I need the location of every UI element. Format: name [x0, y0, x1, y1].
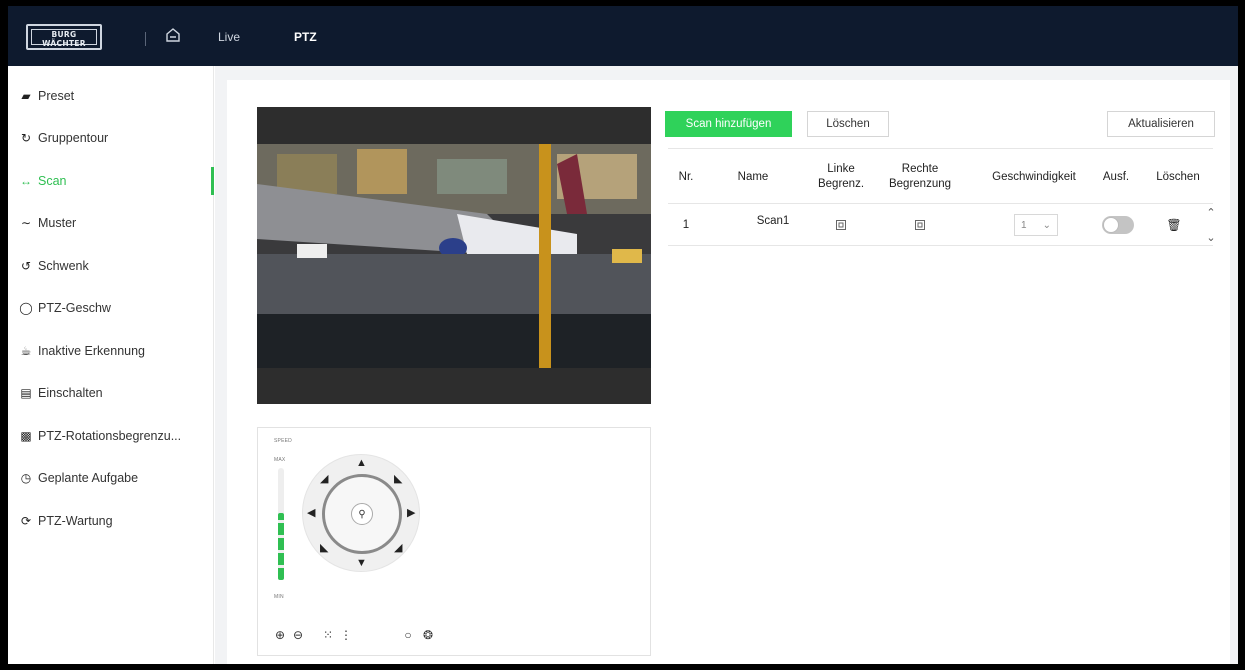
focus-far-icon[interactable]: ⋮ [338, 627, 354, 643]
arrow-left-icon[interactable]: ◀ [307, 508, 315, 519]
table-header: Nr. Name Linke Begrenz. Rechte Begrenzun… [668, 148, 1213, 204]
sidebar-item-label: PTZ-Geschw [38, 301, 111, 315]
sidebar-item-ptz-wartung[interactable]: ⟳ PTZ-Wartung [8, 501, 214, 541]
sidebar-item-label: Preset [38, 89, 75, 103]
preset-icon: ▰ [21, 89, 31, 103]
sidebar-item-geplante-aufgabe[interactable]: ◷ Geplante Aufgabe [8, 458, 214, 498]
refresh-button[interactable]: Aktualisieren [1107, 111, 1215, 137]
app-frame: BURG WÄCHTER Live PTZ ▰ Preset ↻ Gruppento… [8, 6, 1238, 664]
col-left-limit: Linke Begrenz. [817, 163, 865, 190]
logo-line1: BURG [51, 30, 77, 39]
col-delete: Löschen [1156, 170, 1200, 183]
sidebar-item-muster[interactable]: ∼ Muster [8, 203, 214, 243]
direction-ring: ⚲ [322, 474, 402, 554]
speed-icon: ◯ [19, 301, 33, 315]
sidebar-item-scan[interactable]: ↔ Scan [8, 161, 214, 201]
row-scroll[interactable]: ⌃ ⌄ [1205, 206, 1217, 244]
sidebar-item-ptz-rotationsbegrenzung[interactable]: ▩ PTZ-Rotationsbegrenzu... [8, 416, 214, 456]
direction-wheel[interactable]: ▲ ▼ ◀ ▶ ◢ ◣ ◣ ◢ ⚲ [302, 454, 420, 572]
ptz-control-panel: SPEED MAX MIN ▲ ▼ ◀ ▶ ◢ ◣ ◣ ◢ ⚲ ⊕ ⊖ ⁙ ⋮ … [257, 427, 651, 656]
col-right-limit: Rechte Begrenzung [888, 163, 952, 190]
zoom-in-icon[interactable]: ⊕ [272, 627, 288, 643]
arrow-up-left-icon[interactable]: ◢ [320, 474, 328, 485]
arrow-up-right-icon[interactable]: ◣ [394, 474, 402, 485]
col-name: Name [737, 170, 769, 183]
clock-icon: ◷ [20, 471, 32, 485]
arrow-right-icon[interactable]: ▶ [407, 508, 415, 519]
exec-toggle-switch[interactable] [1102, 216, 1134, 234]
sidebar-item-label: Geplante Aufgabe [38, 471, 139, 485]
top-bar: BURG WÄCHTER Live PTZ [8, 6, 1238, 66]
speed-min-label: MIN [274, 594, 284, 600]
home-icon[interactable] [164, 26, 182, 44]
sidebar-item-ptz-geschw[interactable]: ◯ PTZ-Geschw [8, 288, 214, 328]
sidebar-item-preset[interactable]: ▰ Preset [8, 76, 214, 116]
idle-icon: ☕ [20, 344, 32, 358]
center-zoom-icon[interactable]: ⚲ [351, 503, 373, 525]
set-left-limit-icon[interactable] [831, 204, 851, 246]
sidebar-item-einschalten[interactable]: ▤ Einschalten [8, 373, 214, 413]
sidebar-item-label: Scan [38, 174, 67, 188]
speed-select[interactable]: 1 ⌄ [1012, 204, 1060, 246]
logo-line2: WÄCHTER [42, 39, 86, 48]
power-on-icon: ▤ [20, 386, 32, 400]
header-divider [145, 32, 146, 46]
trash-icon[interactable]: 🗑 [1164, 204, 1184, 246]
sidebar-item-schwenk[interactable]: ↺ Schwenk [8, 246, 214, 286]
live-video[interactable] [257, 107, 651, 404]
sidebar: ▰ Preset ↻ Gruppentour ↔ Scan ∼ Muster ↺ Schw… [8, 66, 214, 664]
speed-label: SPEED [274, 438, 292, 444]
set-right-limit-icon[interactable] [910, 204, 930, 246]
table-row: 1 Scan1 1 ⌄ 🗑 ⌃ ⌄ [668, 204, 1216, 246]
speed-slider-fill [278, 512, 284, 580]
sidebar-item-label: Muster [38, 216, 77, 230]
tour-icon: ↻ [20, 131, 32, 145]
exec-toggle[interactable] [1100, 204, 1136, 246]
speed-slider[interactable] [278, 468, 284, 580]
pattern-icon: ∼ [20, 216, 32, 230]
cell-name: Scan1 [756, 215, 790, 227]
iris-close-icon[interactable]: ❂ [420, 627, 436, 643]
add-scan-button[interactable]: Scan hinzufügen [665, 111, 792, 137]
main-content: SPEED MAX MIN ▲ ▼ ◀ ▶ ◢ ◣ ◣ ◢ ⚲ ⊕ ⊖ ⁙ ⋮ … [215, 66, 1238, 664]
camera-feed-image [257, 144, 651, 368]
sidebar-item-label: Einschalten [38, 386, 103, 400]
arrow-up-icon[interactable]: ▲ [356, 458, 367, 469]
col-speed: Geschwindigkeit [992, 170, 1076, 183]
sidebar-item-inaktive-erkennung[interactable]: ☕ Inaktive Erkennung [8, 331, 214, 371]
sidebar-item-label: Schwenk [38, 259, 89, 273]
focus-near-icon[interactable]: ⁙ [320, 627, 336, 643]
chevron-down-icon[interactable]: ⌄ [1206, 231, 1215, 244]
speed-max-label: MAX [274, 457, 286, 463]
sidebar-item-label: PTZ-Wartung [38, 514, 113, 528]
pan-icon: ↺ [20, 259, 32, 273]
scan-icon: ↔ [20, 174, 32, 188]
arrow-down-right-icon[interactable]: ◢ [394, 543, 402, 554]
iris-open-icon[interactable]: ○ [400, 627, 416, 643]
brand-logo: BURG WÄCHTER [26, 24, 102, 50]
nav-live[interactable]: Live [218, 30, 240, 44]
arrow-down-icon[interactable]: ▼ [356, 558, 367, 569]
sidebar-item-label: Gruppentour [38, 131, 109, 145]
scan-panel: SPEED MAX MIN ▲ ▼ ◀ ▶ ◢ ◣ ◣ ◢ ⚲ ⊕ ⊖ ⁙ ⋮ … [227, 80, 1230, 664]
arrow-down-left-icon[interactable]: ◣ [320, 543, 328, 554]
maintenance-icon: ⟳ [20, 514, 32, 528]
col-nr: Nr. [678, 170, 694, 183]
chevron-up-icon[interactable]: ⌃ [1206, 206, 1215, 219]
sidebar-item-label: PTZ-Rotationsbegrenzu... [38, 429, 182, 443]
sidebar-item-gruppentour[interactable]: ↻ Gruppentour [8, 118, 214, 158]
chevron-down-icon: ⌄ [1042, 219, 1051, 231]
delete-button[interactable]: Löschen [807, 111, 889, 137]
cell-nr: 1 [682, 219, 690, 231]
zoom-out-icon[interactable]: ⊖ [290, 627, 306, 643]
col-exec: Ausf. [1102, 170, 1130, 183]
nav-ptz[interactable]: PTZ [294, 30, 317, 44]
sidebar-item-label: Inaktive Erkennung [38, 344, 146, 358]
rotation-limit-icon: ▩ [20, 429, 32, 443]
speed-select-value: 1 [1021, 219, 1027, 231]
